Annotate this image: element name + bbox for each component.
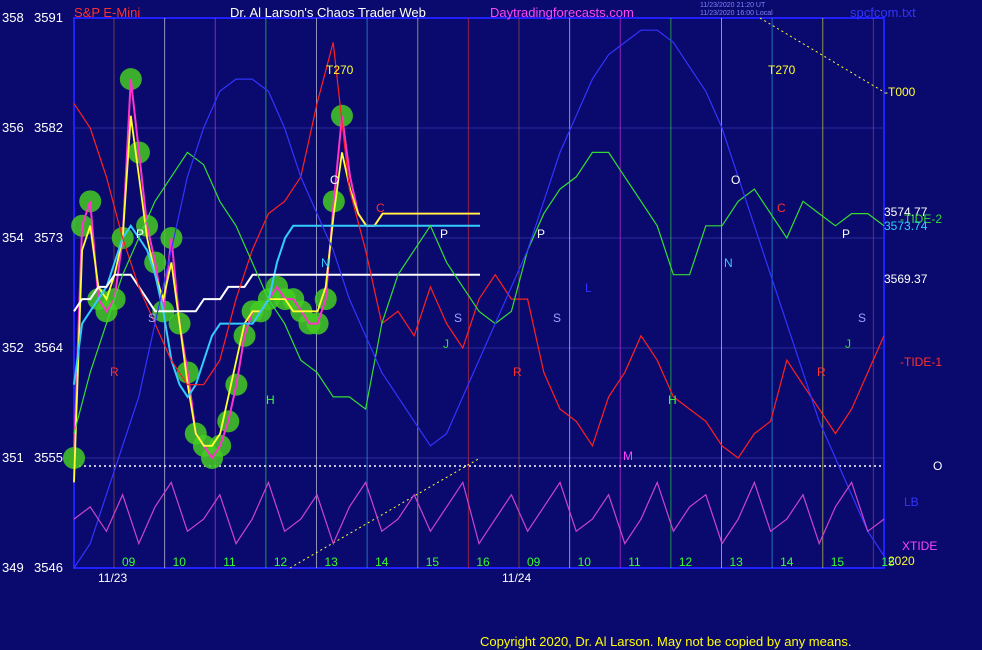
event-marker: J (845, 337, 851, 351)
chaos-chart: 358 3591 356 3582 354 3573 352 3564 351 3555 349 35… (0, 0, 982, 650)
event-marker: S (148, 311, 156, 325)
y-axis-label-right: 3591 (34, 10, 63, 25)
y-axis-label-left: 358 (2, 10, 24, 25)
t270-label: T270 (768, 63, 796, 77)
event-marker: H (668, 393, 677, 407)
y-axis-label-left: 354 (2, 230, 24, 245)
hour-label: 15 (831, 555, 845, 569)
y-axis-label-right: 3546 (34, 560, 63, 575)
event-marker: S (454, 311, 462, 325)
event-marker: P (440, 227, 448, 241)
hour-label: 13 (325, 555, 339, 569)
event-marker: C (777, 201, 786, 215)
year-label: 2020 (888, 554, 915, 568)
event-marker: N (724, 256, 733, 270)
date-label: 11/24 (502, 571, 531, 585)
hour-label: 14 (375, 555, 389, 569)
event-marker: H (266, 393, 275, 407)
hour-label: 09 (122, 555, 136, 569)
event-marker: C (376, 201, 385, 215)
y-axis-label-left: 356 (2, 120, 24, 135)
hour-label: 10 (578, 555, 592, 569)
y-axis-label-left: 351 (2, 450, 24, 465)
lb-label: LB (904, 495, 919, 509)
mid-value: 3573.74 (884, 219, 928, 233)
event-marker: P (842, 227, 850, 241)
event-marker: J (443, 337, 449, 351)
o-marker: O (933, 459, 942, 473)
chart-title: Dr. Al Larson's Chaos Trader Web (230, 5, 426, 20)
update-stamp-ut: 11/23/2020 21:20 UT (700, 2, 766, 9)
event-marker: P (136, 227, 144, 241)
hour-label: 11 (628, 555, 641, 569)
y-axis-label-left: 352 (2, 340, 24, 355)
hour-label: 11 (223, 555, 236, 569)
hour-label: 16 (476, 555, 490, 569)
hour-label: 09 (527, 555, 541, 569)
event-marker: P (537, 227, 545, 241)
event-marker: M (623, 449, 633, 463)
event-marker: S (858, 311, 866, 325)
y-axis-label-left: 349 (2, 560, 24, 575)
event-marker: S (553, 311, 561, 325)
event-marker: R (513, 365, 522, 379)
update-stamp-local: 11/23/2020 16:00 Local (700, 10, 773, 17)
event-marker: O (330, 173, 339, 187)
chart-background (0, 0, 982, 650)
date-label: 11/23 (98, 571, 127, 585)
website-link[interactable]: Daytradingforecasts.com (490, 5, 634, 20)
copyright-notice: Copyright 2020, Dr. Al Larson. May not b… (480, 634, 852, 649)
t270-label: T270 (326, 63, 354, 77)
event-marker: R (817, 365, 826, 379)
hour-label: 10 (173, 555, 187, 569)
event-marker: O (731, 173, 740, 187)
hour-label: 15 (426, 555, 440, 569)
tide1-label: -TIDE-1 (900, 355, 942, 369)
t000-label: -T000 (884, 85, 916, 99)
y-axis-label-right: 3564 (34, 340, 63, 355)
data-file-name: spcfcom.txt (850, 5, 916, 20)
level-value: 3569.37 (884, 272, 928, 286)
y-axis-label-right: 3582 (34, 120, 63, 135)
hour-label: 12 (274, 555, 288, 569)
hour-label: 13 (730, 555, 744, 569)
event-marker: N (321, 256, 330, 270)
instrument-title: S&P E-Mini (74, 5, 141, 20)
xtide-label: XTIDE (902, 539, 937, 553)
y-axis-label-right: 3573 (34, 230, 63, 245)
event-marker: R (110, 365, 119, 379)
event-marker: L (585, 281, 592, 295)
y-axis-label-right: 3555 (34, 450, 63, 465)
hour-label: 12 (679, 555, 693, 569)
hour-label: 14 (780, 555, 794, 569)
